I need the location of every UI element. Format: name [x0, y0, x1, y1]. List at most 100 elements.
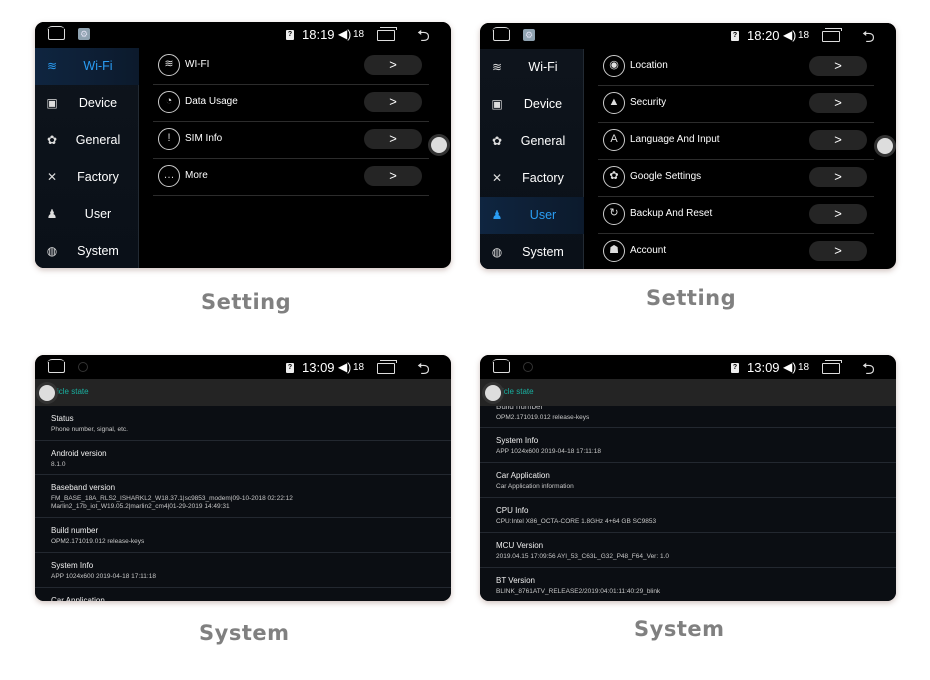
volume-level: 18 — [353, 362, 365, 373]
row-title: System Info — [51, 561, 94, 570]
chevron-right-icon[interactable]: > — [809, 93, 867, 113]
screen-system-info-bottom: ? 13:09 ◀) 18 ⮌ Build number OPM2.171019.… — [480, 355, 896, 601]
row-value: CPU:Intel X86_OCTA-CORE 1.8GHz 4+64 GB S… — [496, 518, 657, 525]
menu-item-security[interactable]: ▲ Security > — [598, 86, 874, 123]
row-title: Android version — [51, 449, 107, 458]
assistive-touch-button[interactable] — [874, 135, 896, 157]
row-title: MCU Version — [496, 541, 544, 550]
info-row-android-version[interactable]: Android version 8.1.0 — [35, 441, 451, 475]
sidebar-label: Device — [523, 97, 563, 111]
row-title: Build number — [51, 526, 99, 535]
sim-icon: ? — [731, 363, 739, 373]
assistive-touch-button[interactable] — [36, 382, 58, 404]
recent-apps-icon[interactable] — [822, 28, 842, 42]
sidebar-item-system[interactable]: ◍ System — [480, 234, 584, 269]
settings-app-icon[interactable]: ⚙ — [78, 28, 90, 40]
volume-icon[interactable]: ◀) — [338, 27, 351, 41]
chevron-right-icon[interactable]: > — [809, 204, 867, 224]
sidebar-item-device[interactable]: ▣ Device — [35, 85, 139, 122]
row-value: 2019.04.15 17:09:56 AYI_53_C63L_G32_P48_… — [496, 553, 669, 560]
recent-apps-icon[interactable] — [377, 27, 397, 41]
menu-item-google-settings[interactable]: ✿ Google Settings > — [598, 160, 874, 197]
info-row-car-application[interactable]: Car Application Car Application informati… — [480, 463, 896, 498]
row-title: CPU Info — [496, 506, 529, 515]
vehicle-state-bar[interactable]: icle state — [35, 379, 451, 406]
sidebar-label: System — [522, 245, 564, 259]
chevron-right-icon[interactable]: > — [809, 130, 867, 150]
sidebar-item-user[interactable]: ♟ User — [35, 196, 139, 233]
row-title: Car Application — [51, 596, 105, 601]
chevron-right-icon[interactable]: > — [809, 167, 867, 187]
info-row-system-info[interactable]: System Info APP 1024x600 2019-04-18 17:11… — [35, 553, 451, 588]
user-icon: ♟ — [46, 207, 58, 221]
menu-item-wifi[interactable]: ≋ WI-FI > — [153, 48, 429, 85]
menu-item-backup-reset[interactable]: ↻ Backup And Reset > — [598, 197, 874, 234]
menu-item-more[interactable]: … More > — [153, 159, 429, 196]
gear-icon: ✿ — [46, 133, 58, 147]
volume-icon[interactable]: ◀) — [783, 360, 796, 374]
caption-system-2: System — [634, 617, 725, 641]
menu-label: Backup And Reset — [630, 208, 713, 219]
menu-item-account[interactable]: ☗ Account > — [598, 234, 874, 269]
menu-item-location[interactable]: ◉ Location > — [598, 49, 874, 86]
language-icon: A — [603, 129, 625, 151]
row-value: 8.1.0 — [51, 461, 66, 468]
recent-apps-icon[interactable] — [377, 360, 397, 374]
sidebar-item-factory[interactable]: ✕ Factory — [35, 159, 139, 196]
sidebar-item-user[interactable]: ♟ User — [480, 197, 584, 234]
menu-item-data-usage[interactable]: ◔ Data Usage > — [153, 85, 429, 122]
sidebar-item-wifi[interactable]: ≋ Wi-Fi — [35, 48, 139, 85]
row-title: Car Application — [496, 471, 550, 480]
vehicle-state-bar[interactable]: icle state — [480, 379, 896, 406]
chevron-right-icon[interactable]: > — [809, 241, 867, 261]
info-row-system-info[interactable]: System Info APP 1024x600 2019-04-18 17:11… — [480, 428, 896, 463]
sidebar-item-system[interactable]: ◍ System — [35, 233, 139, 268]
chevron-right-icon[interactable]: > — [364, 92, 422, 112]
more-icon: … — [158, 165, 180, 187]
sidebar-item-factory[interactable]: ✕ Factory — [480, 160, 584, 197]
sidebar-label: User — [529, 208, 557, 222]
chevron-right-icon[interactable]: > — [809, 56, 867, 76]
caption-system-1: System — [199, 621, 290, 645]
home-icon[interactable] — [47, 26, 65, 40]
app-indicator-icon — [78, 362, 88, 372]
gear-icon: ✿ — [491, 134, 503, 148]
home-icon[interactable] — [492, 359, 510, 373]
assistive-touch-button[interactable] — [428, 134, 450, 156]
sim-icon: ? — [731, 31, 739, 41]
info-row-build-number[interactable]: Build number OPM2.171019.012 release-keys — [35, 518, 451, 553]
assistive-touch-button[interactable] — [482, 382, 504, 404]
sidebar-item-wifi[interactable]: ≋ Wi-Fi — [480, 49, 584, 86]
android-icon: ☗ — [603, 240, 625, 262]
chevron-right-icon[interactable]: > — [364, 55, 422, 75]
home-icon[interactable] — [492, 27, 510, 41]
info-row-baseband[interactable]: Baseband version FM_BASE_18A_RLS2_ISHARKL… — [35, 475, 451, 518]
recent-apps-icon[interactable] — [822, 360, 842, 374]
chevron-right-icon[interactable]: > — [364, 129, 422, 149]
sidebar-item-device[interactable]: ▣ Device — [480, 86, 584, 123]
globe-icon: ◍ — [491, 245, 503, 259]
row-title: System Info — [496, 436, 539, 445]
info-row-status[interactable]: Status Phone number, signal, etc. — [35, 406, 451, 441]
info-row-cpu-info[interactable]: CPU Info CPU:Intel X86_OCTA-CORE 1.8GHz 4… — [480, 498, 896, 533]
sidebar-item-general[interactable]: ✿ General — [480, 123, 584, 160]
info-row-mcu-version[interactable]: MCU Version 2019.04.15 17:09:56 AYI_53_C6… — [480, 533, 896, 568]
row-title: Baseband version — [51, 483, 116, 492]
home-icon[interactable] — [47, 359, 65, 373]
app-indicator-icon — [523, 362, 533, 372]
volume-icon[interactable]: ◀) — [783, 28, 796, 42]
location-icon: ◉ — [603, 55, 625, 77]
wifi-icon: ≋ — [46, 59, 58, 73]
settings-app-icon[interactable]: ⚙ — [523, 29, 535, 41]
clock: 13:09 — [747, 360, 780, 375]
menu-label: Google Settings — [630, 171, 702, 182]
menu-item-language[interactable]: A Language And Input > — [598, 123, 874, 160]
sidebar-item-general[interactable]: ✿ General — [35, 122, 139, 159]
chevron-right-icon[interactable]: > — [364, 166, 422, 186]
sim-icon: ? — [286, 30, 294, 40]
sidebar-label: Factory — [522, 171, 564, 185]
info-row-car-application[interactable]: Car Application — [35, 588, 451, 601]
volume-icon[interactable]: ◀) — [338, 360, 351, 374]
info-row-bt-version[interactable]: BT Version BLINK_8761ATV_RELEASE2/2019:04… — [480, 568, 896, 601]
menu-item-sim-info[interactable]: ! SIM Info > — [153, 122, 429, 159]
